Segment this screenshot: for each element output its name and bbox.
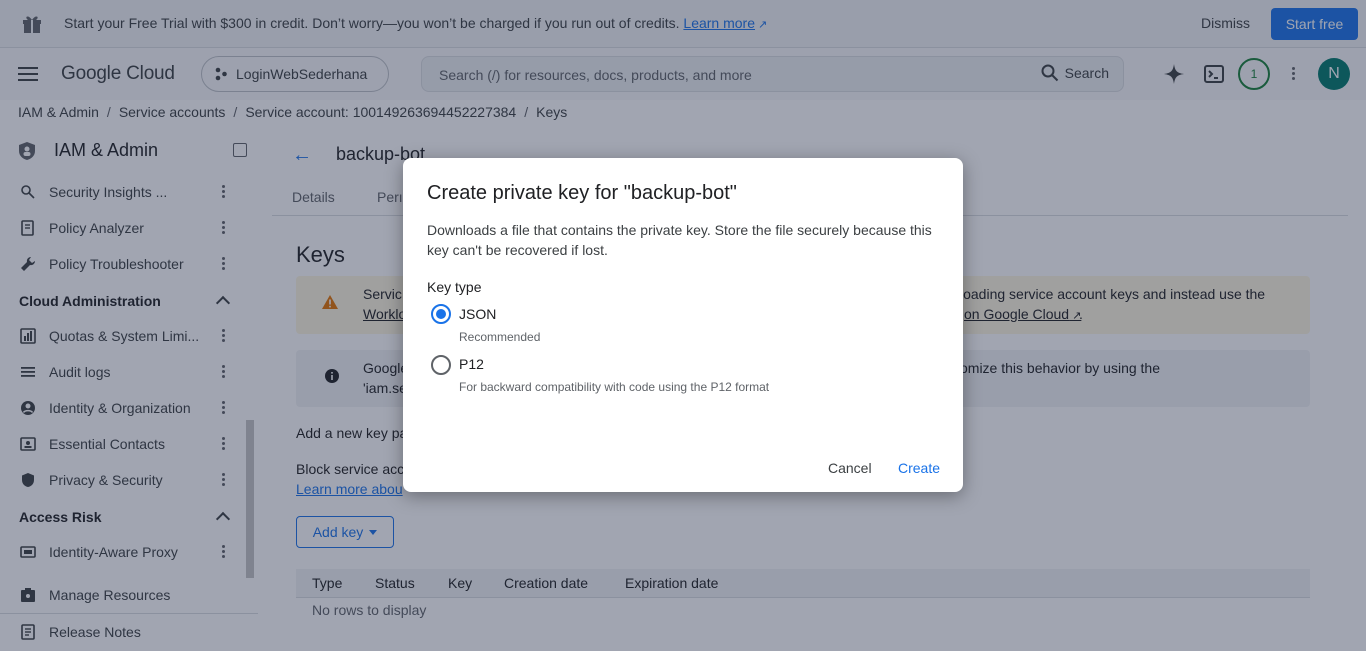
radio-p12[interactable] [431,355,451,375]
create-button[interactable]: Create [898,460,940,476]
option-json-label[interactable]: JSON [459,306,496,322]
option-json-help: Recommended [459,330,541,344]
create-private-key-dialog: Create private key for "backup-bot" Down… [403,158,963,492]
dialog-title: Create private key for "backup-bot" [427,182,737,204]
dialog-description: Downloads a file that contains the priva… [427,222,932,258]
key-type-label: Key type [427,279,482,295]
option-p12-label[interactable]: P12 [459,356,484,372]
cancel-button[interactable]: Cancel [828,460,872,476]
option-p12-help: For backward compatibility with code usi… [459,380,770,394]
radio-json[interactable] [431,304,451,324]
